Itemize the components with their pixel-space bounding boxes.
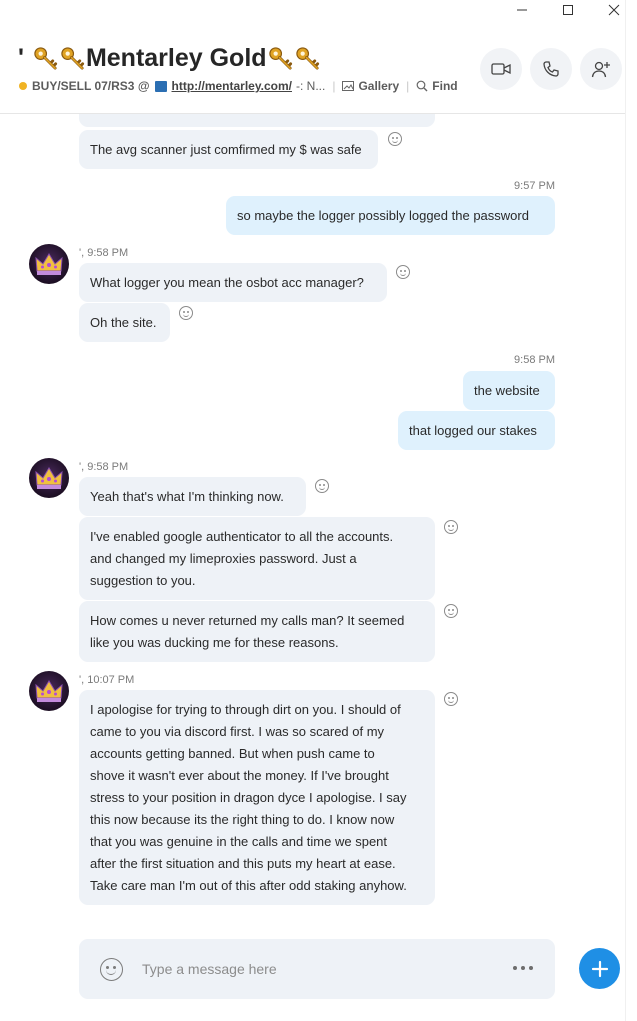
message-text-line: came to you via discord first. I was so … <box>90 724 385 739</box>
coin-icon <box>19 82 27 90</box>
message-text-line: accounts getting banned. But when push c… <box>90 746 375 761</box>
message-text-line: and changed my limeproxies password. Jus… <box>90 551 357 566</box>
timestamp: ', 9:58 PM <box>79 247 129 259</box>
title-prefix: ' <box>18 44 24 72</box>
add-person-icon <box>591 61 610 78</box>
search-icon <box>416 80 428 92</box>
message-text-line: like you was ducking me for these reason… <box>90 635 339 650</box>
message-bubble[interactable]: that logged our stakes <box>398 411 555 450</box>
message-text-line: that you was genuine in the calls and ti… <box>90 834 388 849</box>
react-emoji-icon[interactable] <box>388 132 402 146</box>
minimize-icon <box>517 9 527 11</box>
find-label: Find <box>432 79 458 93</box>
scrollbar[interactable] <box>625 0 637 1021</box>
title-text: Mentarley Gold <box>85 44 267 72</box>
gallery-label: Gallery <box>358 79 400 93</box>
topic-suffix: -: N... <box>295 79 326 93</box>
react-emoji-icon[interactable] <box>444 520 458 534</box>
flag-icon <box>154 80 167 92</box>
find-button[interactable]: Find <box>416 79 458 93</box>
crown-icon <box>35 467 63 489</box>
gallery-button[interactable]: Gallery <box>342 79 399 93</box>
key-icon <box>295 47 319 70</box>
header-actions <box>480 48 622 90</box>
chat-topic: BUY/SELL 07/RS3 @ http://mentarley.com/ … <box>19 79 458 93</box>
message-text-line: this now because its the right thing to … <box>90 812 395 827</box>
message-bubble[interactable] <box>79 114 435 127</box>
audio-call-button[interactable] <box>530 48 572 90</box>
more-options-icon[interactable] <box>513 966 533 970</box>
topic-label: BUY/SELL 07/RS3 @ <box>32 79 150 93</box>
video-camera-icon <box>491 63 511 75</box>
avatar[interactable] <box>29 671 69 711</box>
react-emoji-icon[interactable] <box>315 479 329 493</box>
emoji-picker-icon[interactable] <box>100 958 123 981</box>
message-text-line: I've enabled google authenticator to all… <box>90 529 394 544</box>
gallery-icon <box>342 81 355 91</box>
message-bubble[interactable]: so maybe the logger possibly logged the … <box>226 196 555 235</box>
close-icon <box>608 4 620 16</box>
key-icon <box>34 47 58 70</box>
add-attachment-button[interactable] <box>579 948 620 989</box>
video-call-button[interactable] <box>480 48 522 90</box>
timestamp: 9:57 PM <box>514 180 555 192</box>
react-emoji-icon[interactable] <box>444 604 458 618</box>
crown-icon <box>35 253 63 275</box>
message-text: that logged our stakes <box>409 423 537 438</box>
message-text-line: I apologise for trying to through dirt o… <box>90 702 401 717</box>
phone-icon <box>543 61 559 77</box>
message-text-line: after the first situation and this puts … <box>90 856 396 871</box>
message-bubble[interactable]: I've enabled google authenticator to all… <box>79 517 435 600</box>
message-text-line: stress to your position in dragon dyce I… <box>90 790 407 805</box>
message-text: Yeah that's what I'm thinking now. <box>90 489 284 504</box>
key-icon <box>268 47 292 70</box>
message-text-line: How comes u never returned my calls man?… <box>90 613 405 628</box>
message-composer <box>79 939 555 999</box>
message-text: so maybe the logger possibly logged the … <box>237 208 529 223</box>
timestamp: 9:58 PM <box>514 354 555 366</box>
divider: | <box>332 79 336 93</box>
key-icon <box>61 47 85 70</box>
plus-icon <box>591 960 608 977</box>
message-bubble[interactable]: How comes u never returned my calls man?… <box>79 601 435 662</box>
message-bubble[interactable]: What logger you mean the osbot acc manag… <box>79 263 387 302</box>
message-bubble[interactable]: the website <box>463 371 555 410</box>
timestamp: ', 9:58 PM <box>79 461 129 473</box>
chat-title[interactable]: ' Mentarley Gold <box>18 44 321 73</box>
message-text-line: suggestion to you. <box>90 573 196 588</box>
maximize-button[interactable] <box>545 0 591 20</box>
message-text: What logger you mean the osbot acc manag… <box>90 275 364 290</box>
react-emoji-icon[interactable] <box>444 692 458 706</box>
message-text: The avg scanner just comfirmed my $ was … <box>90 142 362 157</box>
window-controls <box>499 0 637 20</box>
message-text-line: shove it wasn't ever about the money. If… <box>90 768 389 783</box>
chat-header: ' Mentarley Gold BUY/SELL 07/RS3 @ http:… <box>0 20 625 114</box>
message-text-line: Take care man I'm out of this after odd … <box>90 878 407 893</box>
message-bubble[interactable]: Oh the site. <box>79 303 170 342</box>
add-participant-button[interactable] <box>580 48 622 90</box>
react-emoji-icon[interactable] <box>396 265 410 279</box>
react-emoji-icon[interactable] <box>179 306 193 320</box>
timestamp: ', 10:07 PM <box>79 674 135 686</box>
topic-link[interactable]: http://mentarley.com/ <box>172 79 292 93</box>
avatar[interactable] <box>29 244 69 284</box>
divider: | <box>406 79 410 93</box>
message-bubble[interactable]: The avg scanner just comfirmed my $ was … <box>79 130 378 169</box>
avatar[interactable] <box>29 458 69 498</box>
minimize-button[interactable] <box>499 0 545 20</box>
message-text: Oh the site. <box>90 315 157 330</box>
crown-icon <box>35 680 63 702</box>
message-list[interactable]: The avg scanner just comfirmed my $ was … <box>0 114 625 924</box>
message-bubble[interactable]: Yeah that's what I'm thinking now. <box>79 477 306 516</box>
message-bubble[interactable]: I apologise for trying to through dirt o… <box>79 690 435 905</box>
message-text: the website <box>474 383 540 398</box>
message-input[interactable] <box>142 958 482 980</box>
maximize-icon <box>563 5 573 15</box>
